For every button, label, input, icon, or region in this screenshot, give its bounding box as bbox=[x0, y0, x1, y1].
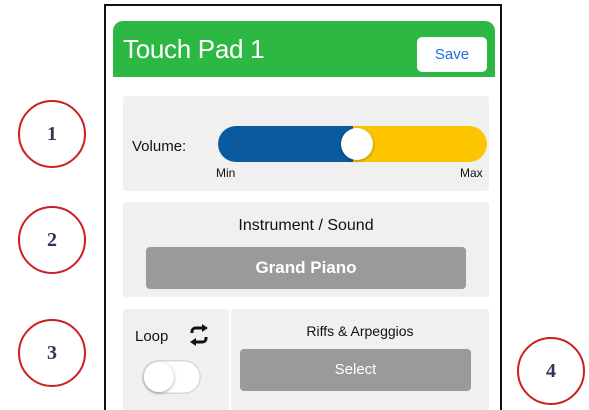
stage: Touch Pad 1 Save Volume: Min Max Instrum… bbox=[0, 0, 589, 410]
volume-slider-remainder bbox=[353, 126, 487, 162]
loop-section: Loop bbox=[123, 309, 229, 410]
volume-label: Volume: bbox=[132, 138, 187, 155]
riffs-title: Riffs & Arpeggios bbox=[306, 323, 414, 339]
touch-pad-panel: Touch Pad 1 Save Volume: Min Max Instrum… bbox=[113, 21, 495, 410]
volume-section: Volume: Min Max bbox=[123, 96, 489, 191]
volume-slider-fill bbox=[218, 126, 353, 162]
instrument-select-button[interactable]: Grand Piano bbox=[146, 247, 466, 289]
panel-title: Touch Pad 1 bbox=[123, 34, 265, 64]
volume-slider-thumb[interactable] bbox=[341, 128, 373, 160]
save-button[interactable]: Save bbox=[417, 37, 487, 72]
loop-icon bbox=[190, 324, 208, 346]
volume-max-label: Max bbox=[460, 166, 483, 180]
callout-3: 3 bbox=[18, 319, 86, 387]
loop-toggle[interactable] bbox=[142, 360, 201, 394]
volume-min-label: Min bbox=[216, 166, 236, 180]
riffs-section: Riffs & Arpeggios Select bbox=[231, 309, 489, 410]
riffs-select-button[interactable]: Select bbox=[240, 349, 471, 391]
instrument-section: Instrument / Sound Grand Piano bbox=[123, 202, 489, 297]
loop-label: Loop bbox=[135, 328, 169, 345]
panel-header: Touch Pad 1 Save bbox=[113, 21, 495, 77]
loop-toggle-knob bbox=[144, 362, 174, 392]
instrument-title: Instrument / Sound bbox=[238, 217, 374, 234]
callout-1: 1 bbox=[18, 100, 86, 168]
callout-4: 4 bbox=[517, 337, 585, 405]
callout-2: 2 bbox=[18, 206, 86, 274]
